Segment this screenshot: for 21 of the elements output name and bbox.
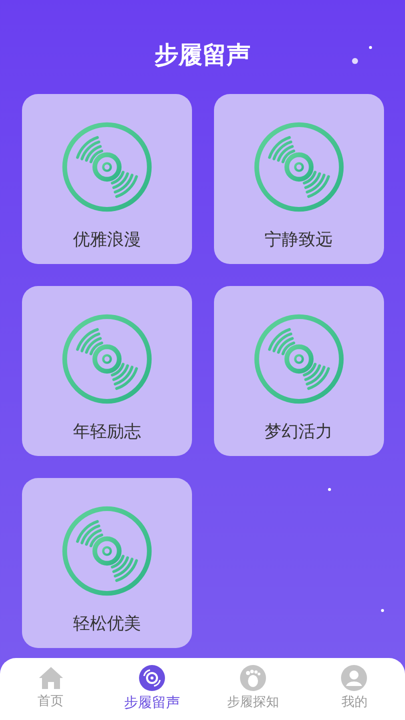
card-label: 优雅浪漫 (73, 229, 141, 252)
tab-item[interactable]: 步履留声 (101, 664, 202, 714)
disc-icon (252, 312, 346, 406)
card-label: 宁静致远 (264, 229, 332, 252)
disc-icon (60, 504, 154, 598)
music-card[interactable]: 轻松优美 (22, 478, 192, 648)
card-label: 轻松优美 (73, 613, 141, 636)
disc-icon (60, 120, 154, 214)
card-label: 梦幻活力 (264, 421, 332, 444)
music-card[interactable]: 梦幻活力 (214, 286, 384, 456)
disc-icon (60, 312, 154, 406)
music-card[interactable]: 年轻励志 (22, 286, 192, 456)
user-icon (341, 665, 368, 692)
footprint-icon (240, 665, 266, 692)
music-card[interactable]: 优雅浪漫 (22, 94, 192, 264)
card-label: 年轻励志 (73, 421, 141, 444)
page-title: 步履留声 (154, 40, 250, 71)
disc-icon (252, 120, 346, 214)
disc-icon (138, 664, 165, 690)
music-card[interactable]: 宁静致远 (214, 94, 384, 264)
home-icon (38, 666, 64, 690)
